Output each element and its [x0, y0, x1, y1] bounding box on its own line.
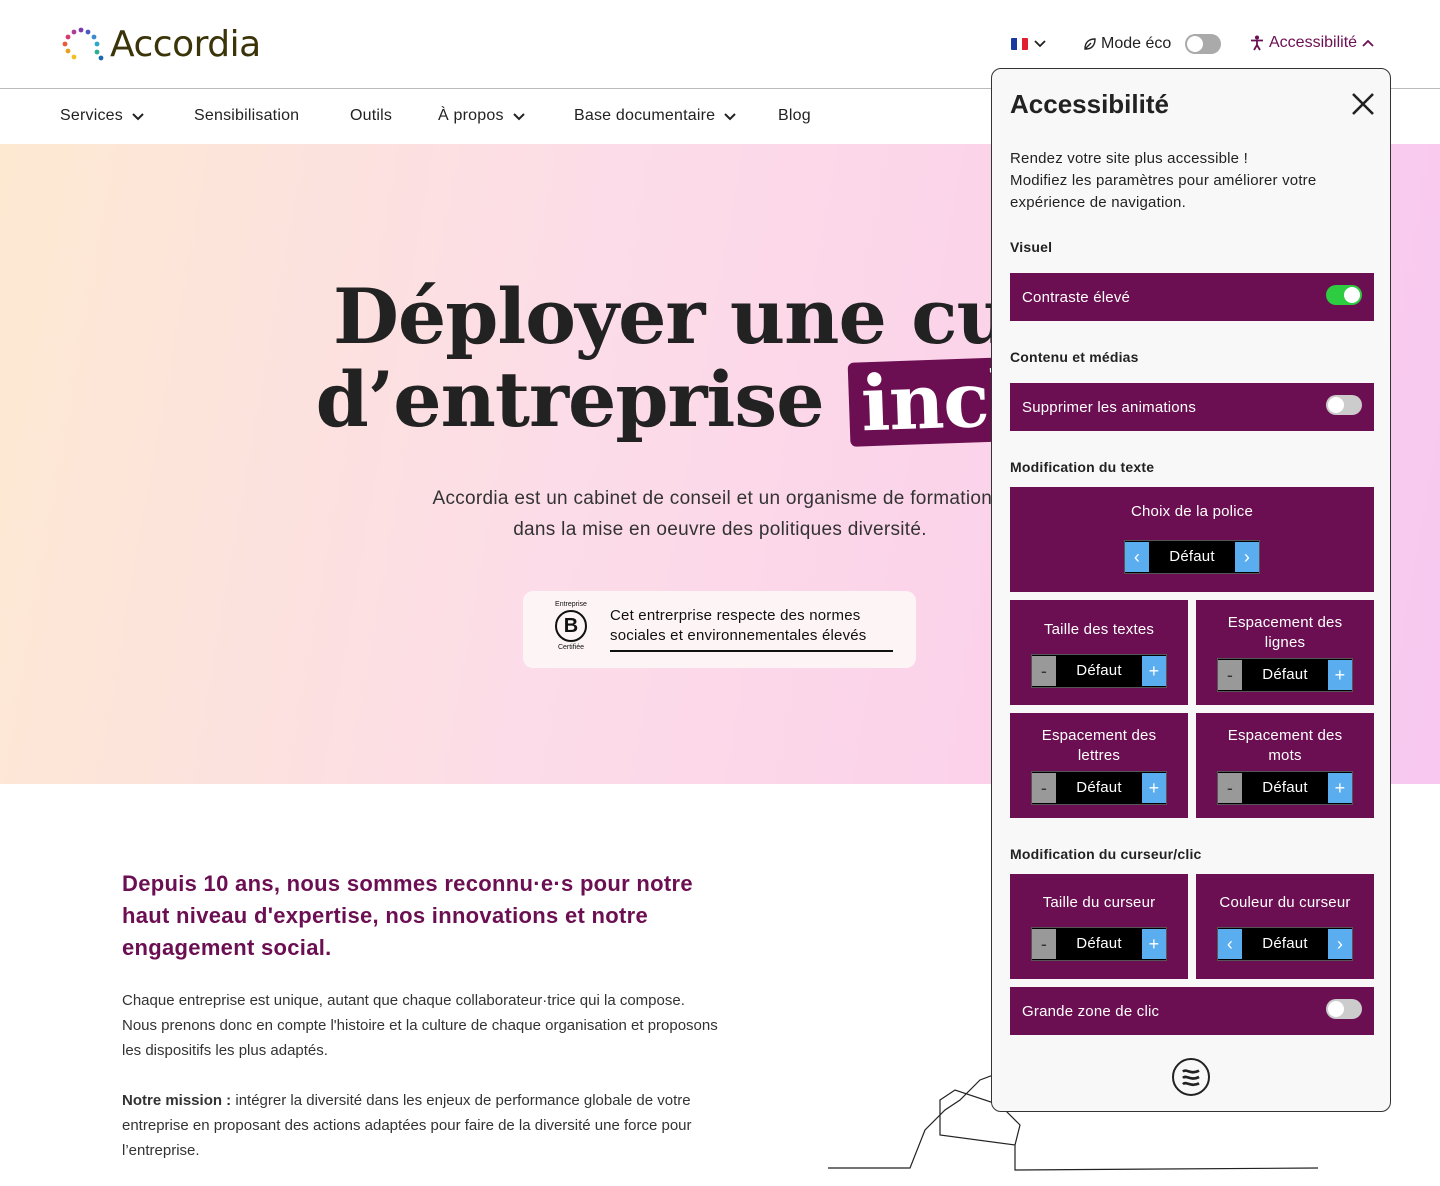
nav-item-sensibilisation[interactable]: Sensibilisation — [194, 107, 299, 125]
minus-icon[interactable]: - — [1032, 929, 1056, 959]
bcorp-link-text[interactable]: Cet entrerprise respecte des normes soci… — [610, 606, 893, 652]
minus-icon[interactable]: - — [1218, 660, 1242, 690]
letter-spacing-stepper[interactable]: - Défaut + — [1031, 771, 1167, 805]
panel-title: Accessibilité — [1010, 89, 1169, 119]
accessibility-menu-button[interactable]: Accessibilité — [1250, 34, 1374, 52]
intro-heading: Depuis 10 ans, nous sommes reconnu·e·s p… — [122, 871, 693, 960]
logo[interactable]: Accordia — [60, 24, 261, 65]
zone-clic-switch[interactable] — [1326, 999, 1362, 1019]
chevron-down-icon — [132, 112, 144, 120]
chevron-down-icon — [724, 112, 736, 120]
plus-icon[interactable]: + — [1328, 660, 1352, 690]
accessibility-person-icon — [1251, 35, 1263, 51]
plus-icon[interactable]: + — [1328, 773, 1352, 803]
french-flag-icon — [1011, 38, 1028, 50]
bcorp-badge[interactable]: Entreprise B Certifiée Cet entrerprise r… — [523, 591, 916, 668]
accessibility-panel: Accessibilité Rendez votre site plus acc… — [991, 68, 1391, 1112]
chevron-down-icon — [512, 112, 525, 120]
section-contenu: Contenu et médias — [1010, 349, 1139, 365]
eco-mode-toggle[interactable] — [1185, 34, 1222, 54]
chevron-up-icon — [1362, 39, 1374, 47]
language-selector[interactable] — [1011, 38, 1046, 50]
plus-icon[interactable]: + — [1142, 773, 1166, 803]
font-choice-stepper[interactable]: ‹ Défaut › — [1124, 540, 1260, 574]
leaf-icon — [1084, 38, 1096, 50]
line-spacing-stepper[interactable]: - Défaut + — [1217, 658, 1353, 692]
word-spacing-stepper[interactable]: - Défaut + — [1217, 771, 1353, 805]
minus-icon[interactable]: - — [1032, 656, 1056, 686]
logo-text: Accordia — [110, 24, 261, 65]
animations-switch[interactable] — [1326, 395, 1362, 415]
minus-icon[interactable]: - — [1032, 773, 1056, 803]
toggle-row-contraste[interactable]: Contraste élevé — [1010, 273, 1374, 321]
line-spacing-card: Espacement des lignes - Défaut + — [1196, 600, 1374, 705]
panel-description: Rendez votre site plus accessible ! Modi… — [1010, 150, 1317, 211]
text-size-stepper[interactable]: - Défaut + — [1031, 654, 1167, 688]
cursor-color-card: Couleur du curseur ‹ Défaut › — [1196, 874, 1374, 979]
section-texte: Modification du texte — [1010, 459, 1155, 475]
bcorp-circle-icon: B — [555, 610, 587, 642]
cursor-size-stepper[interactable]: - Défaut + — [1031, 927, 1167, 961]
section-curseur: Modification du curseur/clic — [1010, 846, 1202, 862]
bcorp-logo: Entreprise B Certifiée — [555, 601, 587, 651]
widget-brand-icon — [1172, 1058, 1210, 1096]
word-spacing-card: Espacement des mots - Défaut + — [1196, 713, 1374, 818]
cursor-color-stepper[interactable]: ‹ Défaut › — [1217, 927, 1353, 961]
minus-icon[interactable]: - — [1218, 773, 1242, 803]
mission-paragraph: Notre mission : intégrer la diversité da… — [122, 1092, 692, 1159]
nav-item-services[interactable]: Services — [60, 107, 145, 125]
letter-spacing-card: Espacement des lettres - Défaut + — [1010, 713, 1188, 818]
chevron-right-icon[interactable]: › — [1328, 929, 1352, 959]
cursor-size-card: Taille du curseur - Défaut + — [1010, 874, 1188, 979]
nav-item-outils[interactable]: Outils — [350, 107, 392, 125]
chevron-left-icon[interactable]: ‹ — [1218, 929, 1242, 959]
chevron-left-icon[interactable]: ‹ — [1125, 542, 1149, 572]
toggle-row-zone-clic[interactable]: Grande zone de clic — [1010, 987, 1374, 1035]
chevron-right-icon[interactable]: › — [1235, 542, 1259, 572]
eco-mode[interactable]: Mode éco — [1083, 34, 1222, 54]
nav-item-a-propos[interactable]: À propos — [438, 107, 526, 125]
eco-mode-label: Mode éco — [1101, 35, 1172, 52]
plus-icon[interactable]: + — [1142, 929, 1166, 959]
chevron-down-icon — [1034, 40, 1046, 48]
section-visuel: Visuel — [1010, 239, 1053, 255]
mission-label: Notre mission : — [122, 1092, 232, 1109]
font-choice-card: Choix de la police ‹ Défaut › — [1010, 487, 1374, 592]
logo-dots-icon — [62, 27, 104, 60]
toggle-row-animations[interactable]: Supprimer les animations — [1010, 383, 1374, 431]
close-icon[interactable] — [1348, 89, 1378, 119]
nav-item-base-documentaire[interactable]: Base documentaire — [574, 107, 737, 125]
plus-icon[interactable]: + — [1142, 656, 1166, 686]
intro-paragraph: Chaque entreprise est unique, autant que… — [122, 992, 718, 1059]
accessibility-menu-label: Accessibilité — [1269, 34, 1358, 51]
contraste-switch[interactable] — [1326, 285, 1362, 305]
nav-item-blog[interactable]: Blog — [778, 107, 811, 125]
text-size-card: Taille des textes - Défaut + — [1010, 600, 1188, 705]
